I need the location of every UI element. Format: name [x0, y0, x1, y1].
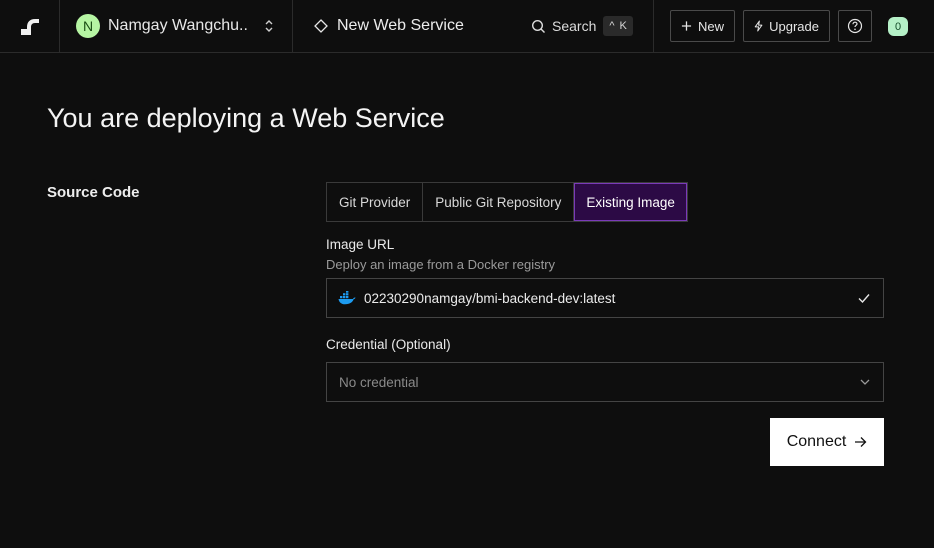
docker-icon — [338, 291, 356, 305]
brand-logo-icon — [20, 19, 39, 35]
shortcut-key: K — [619, 20, 627, 32]
tab-existing-image[interactable]: Existing Image — [574, 183, 687, 221]
avatar: N — [76, 14, 100, 38]
tab-public-git-repository[interactable]: Public Git Repository — [423, 183, 575, 221]
search-icon — [531, 19, 545, 33]
chevron-down-icon — [860, 379, 870, 385]
connect-button[interactable]: Connect — [770, 418, 884, 466]
credential-label: Credential (Optional) — [326, 337, 451, 352]
keyboard-shortcut: ^ K — [603, 16, 633, 36]
workspace-switcher[interactable]: N Namgay Wangchu... — [60, 0, 293, 53]
credential-select[interactable]: No credential — [326, 362, 884, 402]
chevron-up-down-icon — [265, 19, 273, 32]
source-tabs: Git Provider Public Git Repository Exist… — [326, 182, 688, 222]
logo[interactable] — [0, 0, 60, 53]
image-url-value: 02230290namgay/bmi-backend-dev:latest — [364, 290, 616, 306]
image-url-field[interactable]: 02230290namgay/bmi-backend-dev:latest — [326, 278, 884, 318]
new-button[interactable]: New — [670, 10, 735, 42]
help-icon — [847, 18, 863, 34]
search-button[interactable]: Search ^ K — [531, 14, 633, 38]
connect-button-label: Connect — [786, 433, 847, 450]
source-code-label: Source Code — [47, 184, 140, 201]
image-url-help: Deploy an image from a Docker registry — [326, 257, 556, 272]
credential-placeholder: No credential — [339, 374, 419, 390]
image-url-label: Image URL — [326, 237, 395, 252]
new-button-label: New — [697, 18, 724, 34]
arrow-right-icon — [855, 437, 867, 447]
plus-icon — [681, 21, 692, 31]
upgrade-button[interactable]: Upgrade — [743, 10, 830, 42]
check-icon — [858, 294, 870, 304]
page-title: New Web Service — [337, 17, 464, 34]
notification-badge[interactable]: 0 — [888, 17, 908, 36]
lightning-icon — [754, 20, 763, 32]
search-label: Search — [552, 18, 597, 34]
shortcut-modifier: ^ — [609, 20, 615, 32]
diamond-icon — [314, 19, 328, 33]
nav-divider — [653, 0, 654, 53]
workspace-name: Namgay Wangchu... — [108, 17, 248, 34]
upgrade-button-label: Upgrade — [769, 18, 819, 34]
page-heading: You are deploying a Web Service — [47, 103, 445, 133]
help-button[interactable] — [838, 10, 872, 42]
tab-git-provider[interactable]: Git Provider — [327, 183, 424, 221]
breadcrumb: New Web Service — [293, 0, 464, 53]
